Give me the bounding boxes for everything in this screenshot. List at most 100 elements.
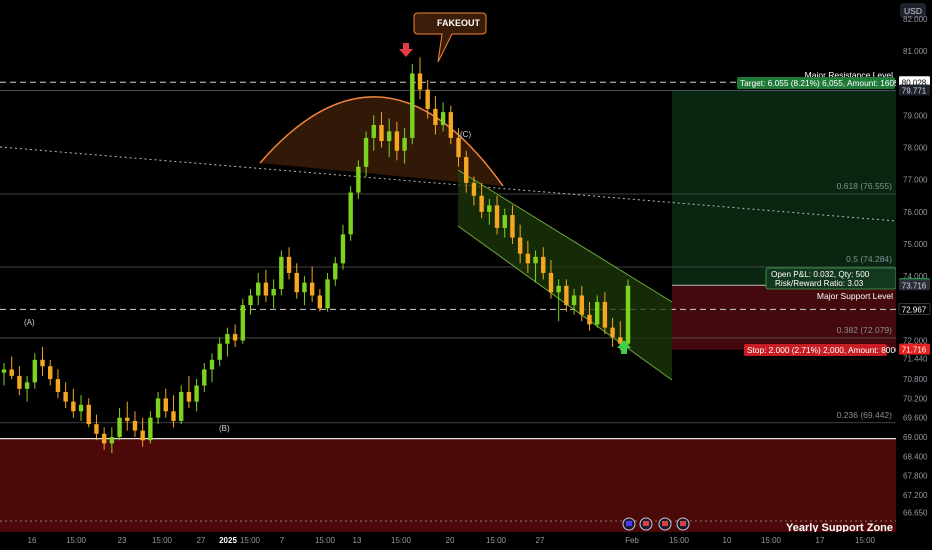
price-badge-1: 79.771: [902, 87, 927, 96]
price-tick-6: 77.000: [903, 176, 928, 185]
candle-body: [625, 285, 631, 344]
candle-body: [317, 295, 323, 309]
candle-body: [94, 424, 99, 434]
event-icon-inner: [680, 521, 686, 526]
candle-body: [194, 385, 199, 402]
time-tick-2: 23: [118, 536, 127, 545]
event-icon-inner: [626, 521, 632, 526]
price-tick-21: 67.800: [903, 472, 928, 481]
candle-body: [24, 382, 30, 389]
candle-body: [286, 256, 292, 273]
time-tick-3: 15:00: [152, 536, 173, 545]
candle-body: [448, 112, 454, 138]
candle-body: [140, 430, 145, 441]
candle-body: [487, 205, 492, 212]
time-tick-17: 10: [723, 536, 732, 545]
time-tick-16: 15:00: [669, 536, 690, 545]
price-tick-16: 70.800: [903, 375, 928, 384]
fib-label-0: 0.618 (76.555): [837, 181, 892, 191]
time-tick-4: 27: [197, 536, 206, 545]
candle-body: [502, 215, 507, 228]
candle-body: [240, 305, 246, 341]
candle-body: [125, 417, 130, 421]
candle-body: [40, 359, 45, 367]
time-tick-5: 2025: [219, 536, 237, 545]
candle-body: [541, 256, 546, 273]
candle-body: [71, 401, 76, 412]
candle: [625, 279, 631, 347]
candle-body: [348, 192, 353, 235]
wave-label-c: (C): [460, 130, 471, 139]
time-tick-0: 16: [28, 536, 37, 545]
candle-body: [356, 166, 361, 193]
pnl-line-2: Risk/Reward Ratio: 3.03: [775, 279, 864, 288]
time-tick-15: Feb: [625, 536, 639, 545]
candle-body: [1, 369, 7, 373]
candle-body: [525, 253, 531, 264]
price-tick-15: 71.440: [903, 355, 928, 364]
wave-label-a: (A): [24, 318, 35, 327]
time-tick-9: 13: [353, 536, 362, 545]
candle-body: [178, 391, 184, 421]
time-tick-20: 15:00: [855, 536, 876, 545]
yearly-support-zone: [0, 438, 896, 532]
candle-body: [155, 398, 161, 418]
candle-body: [417, 73, 423, 90]
candle-body: [471, 182, 477, 196]
candle-body: [9, 369, 14, 376]
candle-body: [494, 205, 500, 228]
candle-body: [510, 215, 515, 238]
candle-body: [109, 437, 115, 444]
fakeout-label: FAKEOUT: [437, 18, 481, 28]
candle-body: [263, 282, 269, 296]
candle-body: [148, 417, 153, 441]
candle-body: [55, 379, 61, 392]
price-tick-18: 69.600: [903, 414, 928, 423]
price-tick-0: 82.000: [903, 15, 928, 24]
candle-body: [379, 124, 384, 142]
price-tick-1: 81.000: [903, 47, 928, 56]
candle-body: [256, 282, 261, 296]
candle-body: [225, 334, 230, 344]
candle-body: [425, 89, 430, 109]
candle-body: [363, 137, 369, 167]
candle-body: [587, 314, 592, 325]
candle-body: [171, 411, 176, 421]
price-tick-22: 67.200: [903, 491, 928, 500]
candle-body: [410, 73, 415, 138]
time-tick-1: 15:00: [66, 536, 87, 545]
candle: [279, 250, 284, 296]
candle-body: [101, 433, 107, 444]
candle-body: [610, 327, 615, 338]
fib-label-3: 0.236 (69.442): [837, 410, 892, 420]
candle-body: [48, 366, 53, 380]
price-axis[interactable]: USD82.00081.00079.00078.00077.00076.0007…: [896, 0, 932, 550]
candle-body: [564, 285, 569, 306]
candle-body: [479, 195, 484, 212]
candle-body: [556, 285, 561, 293]
major-support-label: Major Support Level: [817, 291, 893, 301]
candle-body: [271, 289, 276, 296]
candle-body: [602, 301, 608, 328]
candle-body: [86, 404, 91, 425]
candle-body: [217, 343, 222, 360]
price-tick-20: 68.400: [903, 452, 928, 461]
candle-body: [464, 157, 469, 183]
candle-body: [456, 137, 461, 158]
event-icon-inner: [662, 521, 668, 526]
price-tick-17: 70.200: [903, 394, 928, 403]
time-tick-18: 15:00: [761, 536, 782, 545]
candle-body: [340, 234, 346, 264]
chart: 0.618 (76.555) 0.5 (74.284) 0.382 (72.079)…: [0, 0, 932, 550]
time-axis[interactable]: 16 15:00 23 15:00 27 2025 15:00 7 15:00 13 15:00 20…: [0, 532, 932, 550]
candle-body: [232, 334, 238, 341]
candle-body: [202, 369, 207, 386]
fib-label-1: 0.5 (74.284): [846, 254, 892, 264]
candle-body: [402, 137, 407, 151]
candle-body: [548, 272, 554, 293]
candle-body: [17, 375, 22, 389]
candle-body: [433, 108, 438, 125]
pnl-line-1: Open P&L: 0.032, Qty: 500: [771, 270, 870, 279]
price-tick-5: 78.000: [903, 144, 928, 153]
stop-label: Stop: 2.000 (2.71%) 2,000, Amount: 8000: [747, 345, 900, 355]
